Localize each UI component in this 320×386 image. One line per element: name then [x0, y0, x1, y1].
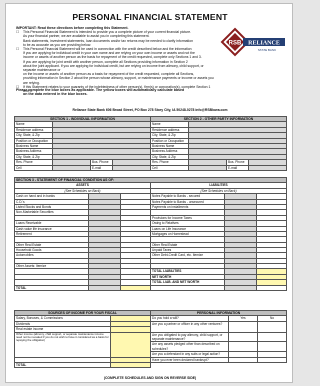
- income-value[interactable]: [109, 331, 152, 358]
- statement-page: PERSONAL FINANCIAL STATEMENT RSB RELIANC…: [5, 3, 293, 383]
- personal-answer[interactable]: [257, 331, 288, 343]
- personal-answer[interactable]: [257, 320, 288, 333]
- info-row: Cell E-mail Cell E-mail: [14, 164, 288, 172]
- personal-question: Are you a partner or officer in any othe…: [150, 320, 230, 333]
- svg-text:RELIANCE: RELIANCE: [248, 40, 280, 46]
- income-total-label: TOTAL: [14, 362, 111, 369]
- field-input[interactable]: [247, 164, 288, 172]
- field-label: Cell: [150, 164, 189, 172]
- field-input[interactable]: [112, 164, 151, 172]
- personal-answer[interactable]: [228, 320, 259, 333]
- bank-logo: RSB RELIANCE STATE BANK: [219, 26, 287, 60]
- bank-address: Reliance State Bank 606 Broad Street, PO…: [72, 108, 228, 112]
- field-label: E-mail: [90, 164, 113, 172]
- svg-text:STATE BANK: STATE BANK: [258, 48, 276, 52]
- liability-subtotal: [255, 284, 288, 292]
- personal-answer[interactable]: [228, 331, 259, 343]
- instructions: IMPORTANT: Read these directions before …: [16, 26, 214, 93]
- field-label: Position or Occupation: [150, 137, 189, 145]
- personal-answer[interactable]: [228, 341, 259, 353]
- intro-line: about the joint applicant. If you are ap…: [23, 63, 204, 73]
- balance-row: TOTAL: [14, 284, 288, 292]
- field-label: E-mail: [226, 164, 249, 172]
- field-label: Position or Occupation: [14, 137, 53, 145]
- asset-value[interactable]: [88, 284, 121, 292]
- footer-note: (COMPLETE SCHEDULES AND SIGN ON REVERSE …: [103, 376, 197, 380]
- asset-label: TOTAL: [14, 284, 89, 292]
- field-input[interactable]: [52, 164, 91, 172]
- liability-value[interactable]: [224, 284, 257, 292]
- field-label: Cell: [14, 164, 53, 172]
- personal-question: Are you a defendant in any suits or lega…: [150, 351, 230, 358]
- field-input[interactable]: [188, 164, 227, 172]
- personal-question: Are you obligated to pay alimony, child …: [150, 331, 230, 343]
- intro-line: providing information in Section 2 about…: [23, 76, 214, 85]
- personal-answer[interactable]: [257, 341, 288, 353]
- page-title: PERSONAL FINANCIAL STATEMENT: [72, 12, 228, 22]
- note-line: on the data entered in the blue boxes.: [23, 92, 88, 97]
- personal-question: Are any assets pledged other than descri…: [150, 341, 230, 353]
- svg-text:RSB: RSB: [229, 41, 242, 47]
- individual-info-table: SECTION 1 - INDIVIDUAL INFORMATION SECTI…: [14, 115, 288, 172]
- liability-label: [150, 284, 225, 292]
- financial-condition-table: SECTION 3 - STATEMENT OF FINANCIAL CONDI…: [13, 176, 288, 292]
- color-note: Please complete the blue boxes as applic…: [16, 88, 226, 97]
- income-label: Other income (alimony, child support, or…: [14, 331, 111, 358]
- asset-subtotal: [120, 284, 151, 292]
- income-table: SOURCES OF INCOME FOR YOUR FISCAL PERSON…: [13, 309, 288, 369]
- income-total-value: [109, 362, 152, 369]
